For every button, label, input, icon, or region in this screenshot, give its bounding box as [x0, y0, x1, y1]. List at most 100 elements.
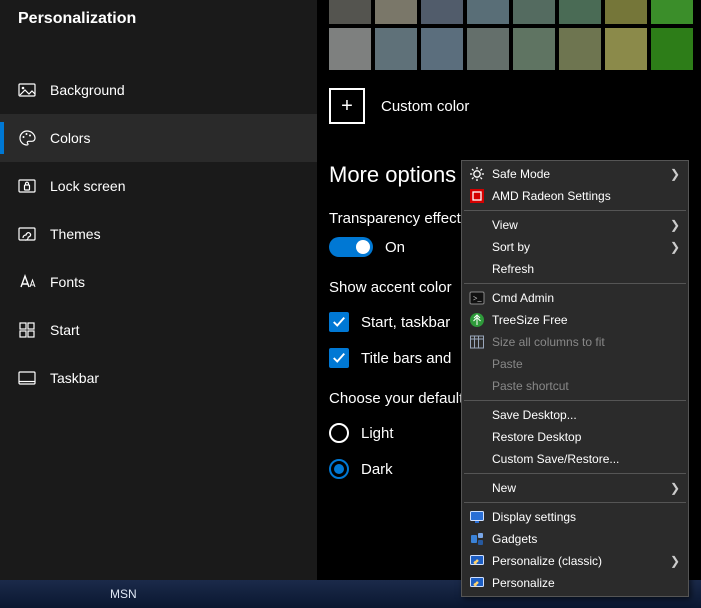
ctx-new[interactable]: New❯: [462, 477, 688, 499]
color-swatch[interactable]: [605, 0, 647, 24]
palette-icon: [18, 129, 36, 147]
ctx-personalize-classic[interactable]: Personalize (classic)❯: [462, 550, 688, 572]
sidebar-item-colors[interactable]: Colors: [0, 114, 317, 162]
plus-icon: +: [329, 88, 365, 124]
ctx-item-label: Refresh: [492, 262, 680, 276]
color-swatch[interactable]: [421, 0, 463, 24]
checkmark-icon: [329, 348, 349, 368]
lock-icon: [18, 177, 36, 195]
sidebar-item-label: Lock screen: [50, 178, 125, 194]
ctx-amd-radeon-settings[interactable]: AMD Radeon Settings: [462, 185, 688, 207]
gadgets-icon: [468, 531, 486, 547]
desktop-context-menu: Safe Mode❯AMD Radeon SettingsView❯Sort b…: [461, 160, 689, 597]
ctx-item-label: Paste: [492, 357, 680, 371]
sidebar-item-label: Themes: [50, 226, 101, 242]
sidebar-nav: Background Colors Lock screen Themes Fonts St…: [0, 66, 317, 402]
ctx-gadgets[interactable]: Gadgets: [462, 528, 688, 550]
sidebar-item-taskbar[interactable]: Taskbar: [0, 354, 317, 402]
sidebar-item-lock-screen[interactable]: Lock screen: [0, 162, 317, 210]
sidebar-item-label: Taskbar: [50, 370, 99, 386]
color-swatch[interactable]: [375, 0, 417, 24]
personalize-icon: [468, 553, 486, 569]
ctx-item-label: View: [492, 218, 670, 232]
custom-color-button[interactable]: + Custom color: [329, 88, 693, 124]
sidebar-item-fonts[interactable]: Fonts: [0, 258, 317, 306]
ctx-item-label: Custom Save/Restore...: [492, 452, 680, 466]
start-icon: [18, 321, 36, 339]
ctx-custom-save-restore[interactable]: Custom Save/Restore...: [462, 448, 688, 470]
ctx-item-label: Restore Desktop: [492, 430, 680, 444]
ctx-size-all-columns-to-fit: Size all columns to fit: [462, 331, 688, 353]
svg-text:>_: >_: [473, 294, 483, 303]
taskbar-icon: [18, 369, 36, 387]
amd-icon: [468, 188, 486, 204]
ctx-item-label: Size all columns to fit: [492, 335, 680, 349]
ctx-item-label: Cmd Admin: [492, 291, 680, 305]
ctx-item-label: TreeSize Free: [492, 313, 680, 327]
ctx-save-desktop[interactable]: Save Desktop...: [462, 404, 688, 426]
color-swatch[interactable]: [651, 28, 693, 70]
chevron-right-icon: ❯: [670, 218, 680, 232]
sidebar-item-start[interactable]: Start: [0, 306, 317, 354]
ctx-item-label: Personalize (classic): [492, 554, 670, 568]
settings-sidebar: Personalization Background Colors Lock scr…: [0, 0, 317, 580]
ctx-item-label: Personalize: [492, 576, 680, 590]
ctx-item-label: Save Desktop...: [492, 408, 680, 422]
ctx-item-label: Paste shortcut: [492, 379, 680, 393]
color-swatch[interactable]: [375, 28, 417, 70]
color-swatch[interactable]: [329, 28, 371, 70]
ctx-item-label: Sort by: [492, 240, 670, 254]
font-icon: [18, 273, 36, 291]
columns-icon: [468, 334, 486, 350]
checkmark-icon: [329, 312, 349, 332]
ctx-cmd-admin[interactable]: >_ Cmd Admin: [462, 287, 688, 309]
sidebar-item-background[interactable]: Background: [0, 66, 317, 114]
color-swatch[interactable]: [559, 28, 601, 70]
color-swatch[interactable]: [467, 0, 509, 24]
image-icon: [18, 81, 36, 99]
ctx-paste: Paste: [462, 353, 688, 375]
color-swatch[interactable]: [467, 28, 509, 70]
ctx-refresh[interactable]: Refresh: [462, 258, 688, 280]
chevron-right-icon: ❯: [670, 240, 680, 254]
color-swatch[interactable]: [559, 0, 601, 24]
chevron-right-icon: ❯: [670, 481, 680, 495]
gear-white-icon: [468, 166, 486, 182]
chevron-right-icon: ❯: [670, 167, 680, 181]
personalize-icon: [468, 575, 486, 591]
sidebar-item-label: Fonts: [50, 274, 85, 290]
ctx-treesize-free[interactable]: TreeSize Free: [462, 309, 688, 331]
ctx-item-label: Safe Mode: [492, 167, 670, 181]
color-swatch[interactable]: [513, 28, 555, 70]
custom-color-label: Custom color: [381, 98, 469, 115]
ctx-item-label: New: [492, 481, 670, 495]
ctx-restore-desktop[interactable]: Restore Desktop: [462, 426, 688, 448]
taskbar-app-msn[interactable]: MSN: [110, 587, 137, 601]
transparency-toggle[interactable]: [329, 237, 373, 257]
ctx-personalize[interactable]: Personalize: [462, 572, 688, 594]
sidebar-item-label: Start: [50, 322, 80, 338]
cmd-icon: >_: [468, 290, 486, 306]
ctx-view[interactable]: View❯: [462, 214, 688, 236]
color-swatches: [329, 0, 693, 70]
color-swatch[interactable]: [513, 0, 555, 24]
color-swatch[interactable]: [605, 28, 647, 70]
ctx-sort-by[interactable]: Sort by❯: [462, 236, 688, 258]
ctx-paste-shortcut: Paste shortcut: [462, 375, 688, 397]
radio-icon: [329, 459, 349, 479]
ctx-display-settings[interactable]: Display settings: [462, 506, 688, 528]
ctx-item-label: Display settings: [492, 510, 680, 524]
sidebar-item-label: Background: [50, 82, 125, 98]
color-swatch[interactable]: [329, 0, 371, 24]
display-icon: [468, 509, 486, 525]
ctx-item-label: Gadgets: [492, 532, 680, 546]
color-swatch[interactable]: [421, 28, 463, 70]
ctx-item-label: AMD Radeon Settings: [492, 189, 680, 203]
brush-icon: [18, 225, 36, 243]
color-swatch[interactable]: [651, 0, 693, 24]
chevron-right-icon: ❯: [670, 554, 680, 568]
sidebar-item-themes[interactable]: Themes: [0, 210, 317, 258]
sidebar-item-label: Colors: [50, 130, 90, 146]
ctx-safe-mode[interactable]: Safe Mode❯: [462, 163, 688, 185]
sidebar-header: Personalization: [0, 0, 317, 42]
